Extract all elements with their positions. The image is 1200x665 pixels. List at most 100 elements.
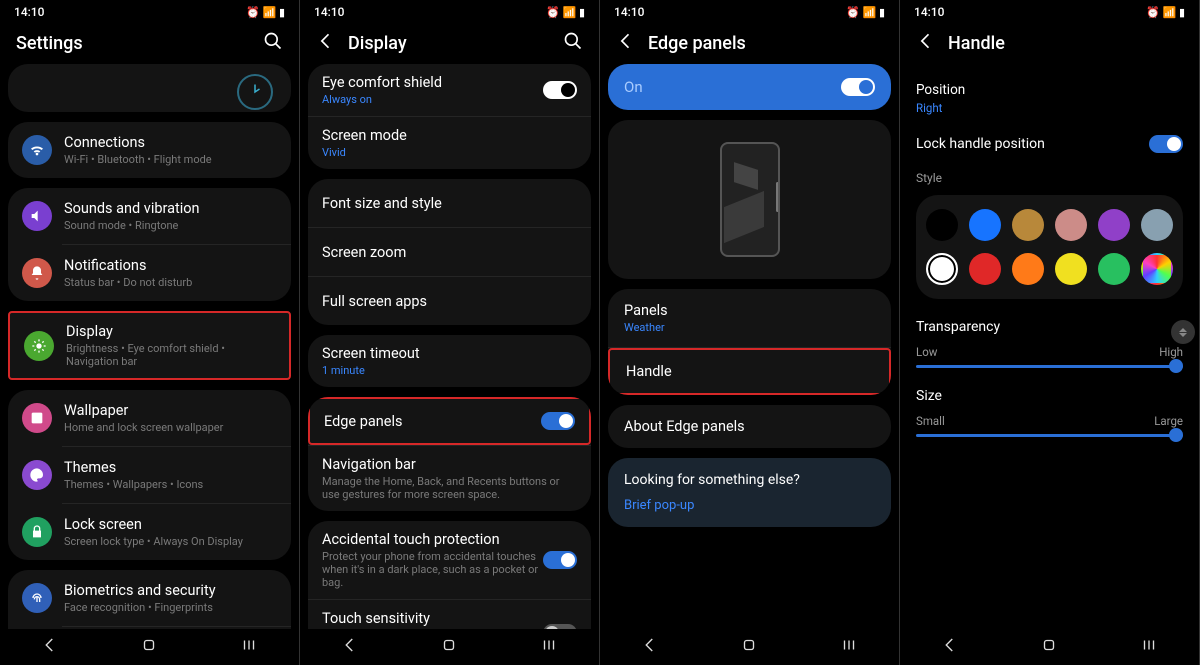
phone-preview xyxy=(720,142,780,257)
row-biometrics[interactable]: Biometrics and securityFace recognition … xyxy=(8,570,291,626)
toggle-edge-panels[interactable] xyxy=(541,412,575,430)
scroll-indicator[interactable] xyxy=(1171,320,1195,344)
label: Wallpaper xyxy=(64,402,277,419)
size-block: Size SmallLarge xyxy=(916,388,1183,437)
transparency-label: Transparency xyxy=(916,319,1183,335)
color-swatch[interactable] xyxy=(1055,253,1087,285)
status-bar: 14:10 ⏰ 📶 ▮ xyxy=(0,0,299,22)
color-swatch[interactable] xyxy=(1141,209,1173,241)
transparency-slider[interactable] xyxy=(916,365,1183,368)
preview-card xyxy=(608,120,891,279)
master-toggle-row[interactable]: On xyxy=(608,64,891,110)
status-icons: ⏰ 📶 ▮ xyxy=(546,6,585,19)
label: Biometrics and security xyxy=(64,582,277,599)
row-connections[interactable]: ConnectionsWi-Fi • Bluetooth • Flight mo… xyxy=(8,122,291,178)
sub: Weather xyxy=(624,321,875,334)
back-icon[interactable] xyxy=(616,31,636,55)
row-about[interactable]: About Edge panels xyxy=(608,405,891,448)
nav-back[interactable] xyxy=(41,636,59,658)
status-bar: 14:10 ⏰ 📶 ▮ xyxy=(900,0,1199,22)
nav-recents[interactable] xyxy=(540,636,558,658)
toggle-eye-comfort[interactable] xyxy=(543,81,577,99)
color-swatch[interactable] xyxy=(969,209,1001,241)
color-swatch[interactable] xyxy=(1012,209,1044,241)
master-toggle[interactable] xyxy=(841,78,875,96)
status-icons: ⏰ 📶 ▮ xyxy=(1146,6,1185,19)
row-zoom[interactable]: Screen zoom xyxy=(308,228,591,276)
link-brief-popup[interactable]: Brief pop-up xyxy=(624,498,875,513)
on-label: On xyxy=(624,78,841,96)
search-icon[interactable] xyxy=(263,31,283,55)
nav-recents[interactable] xyxy=(240,636,258,658)
row-accidental-touch[interactable]: Accidental touch protectionProtect your … xyxy=(308,521,591,599)
nav-home[interactable] xyxy=(1040,636,1058,658)
color-palette xyxy=(916,195,1183,299)
page-title: Settings xyxy=(16,33,263,54)
bell-icon xyxy=(22,258,52,288)
screen-handle: 14:10 ⏰ 📶 ▮ Handle Position Right Lock h… xyxy=(900,0,1200,665)
size-slider[interactable] xyxy=(916,434,1183,437)
row-lockscreen[interactable]: Lock screenScreen lock type • Always On … xyxy=(8,504,291,560)
color-swatch[interactable] xyxy=(926,253,958,285)
color-swatch[interactable] xyxy=(969,253,1001,285)
position-label[interactable]: Position xyxy=(916,82,1183,98)
label: Lock screen xyxy=(64,516,277,533)
nav-back[interactable] xyxy=(341,636,359,658)
row-edge-panels[interactable]: Edge panels xyxy=(308,397,591,445)
nav-back[interactable] xyxy=(941,636,959,658)
lock-label: Lock handle position xyxy=(916,136,1149,152)
toggle-accidental-touch[interactable] xyxy=(543,551,577,569)
row-lock-position[interactable]: Lock handle position xyxy=(916,135,1183,153)
account-card[interactable] xyxy=(8,64,291,112)
screen-display: 14:10 ⏰ 📶 ▮ Display Eye comfort shieldAl… xyxy=(300,0,600,665)
content: Position Right Lock handle position Styl… xyxy=(900,82,1199,437)
color-swatch[interactable] xyxy=(926,209,958,241)
color-swatch[interactable] xyxy=(1012,253,1044,285)
toggle-lock-position[interactable] xyxy=(1149,135,1183,153)
nav-home[interactable] xyxy=(140,636,158,658)
sub: Wi-Fi • Bluetooth • Flight mode xyxy=(64,153,277,166)
sub: Manage the Home, Back, and Recents butto… xyxy=(322,475,577,501)
sub: Vivid xyxy=(322,146,577,159)
row-screen-mode[interactable]: Screen modeVivid xyxy=(308,117,591,169)
profile-avatar-icon[interactable] xyxy=(237,74,273,110)
row-sounds[interactable]: Sounds and vibrationSound mode • Rington… xyxy=(8,188,291,244)
row-notifications[interactable]: NotificationsStatus bar • Do not disturb xyxy=(8,245,291,301)
label: Full screen apps xyxy=(322,293,427,310)
row-display[interactable]: DisplayBrightness • Eye comfort shield •… xyxy=(10,313,289,378)
header: Display xyxy=(300,22,599,64)
row-panels[interactable]: Panels Weather xyxy=(608,289,891,347)
color-swatch[interactable] xyxy=(1098,209,1130,241)
row-font[interactable]: Font size and style xyxy=(308,179,591,227)
back-icon[interactable] xyxy=(316,31,336,55)
search-icon[interactable] xyxy=(563,31,583,55)
wifi-icon xyxy=(22,135,52,165)
back-icon[interactable] xyxy=(916,31,936,55)
looking-card: Looking for something else? Brief pop-up xyxy=(608,458,891,527)
row-navigation-bar[interactable]: Navigation barManage the Home, Back, and… xyxy=(308,446,591,511)
status-time: 14:10 xyxy=(314,5,344,19)
small-label: Small xyxy=(916,414,945,428)
color-swatch[interactable] xyxy=(1098,253,1130,285)
row-handle[interactable]: Handle xyxy=(608,348,891,395)
label: About Edge panels xyxy=(624,418,875,435)
row-eye-comfort[interactable]: Eye comfort shieldAlways on xyxy=(308,64,591,116)
row-wallpaper[interactable]: WallpaperHome and lock screen wallpaper xyxy=(8,390,291,446)
row-screen-timeout[interactable]: Screen timeout1 minute xyxy=(308,335,591,387)
row-fullscreen-apps[interactable]: Full screen apps xyxy=(308,277,591,325)
nav-home[interactable] xyxy=(440,636,458,658)
label: Font size and style xyxy=(322,195,442,212)
nav-recents[interactable] xyxy=(1140,636,1158,658)
nav-recents[interactable] xyxy=(840,636,858,658)
color-swatch[interactable] xyxy=(1141,253,1173,285)
label: Edge panels xyxy=(324,413,541,430)
looking-question: Looking for something else? xyxy=(624,472,875,488)
nav-home[interactable] xyxy=(740,636,758,658)
nav-back[interactable] xyxy=(641,636,659,658)
nav-bar xyxy=(0,629,299,665)
row-touch-sensitivity[interactable]: Touch sensitivityIncrease the touch sens… xyxy=(308,600,591,629)
row-themes[interactable]: ThemesThemes • Wallpapers • Icons xyxy=(8,447,291,503)
high-label: High xyxy=(1159,345,1183,359)
color-swatch[interactable] xyxy=(1055,209,1087,241)
lock-icon xyxy=(22,517,52,547)
